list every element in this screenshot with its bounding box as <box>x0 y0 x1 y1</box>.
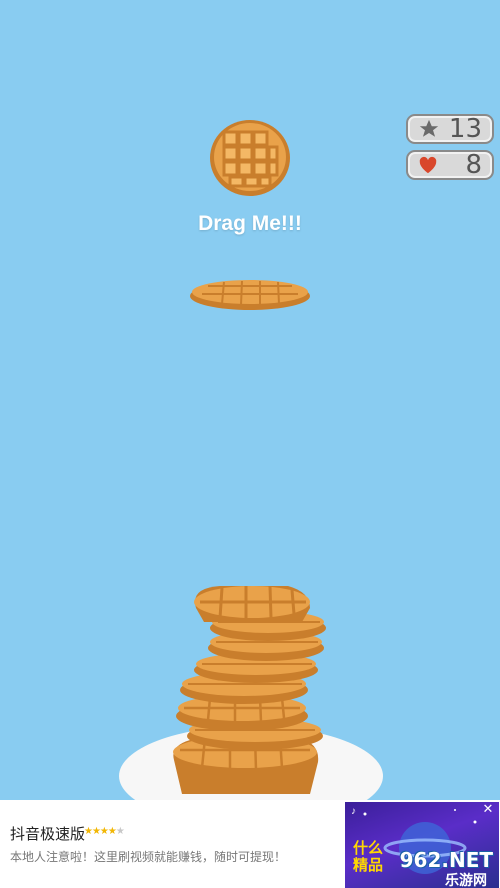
ad-description[interactable]: 本地人注意啦！这里刷视频就能赚钱，随时可提现！ <box>10 848 286 865</box>
tiktok-icon: ♪ <box>351 806 356 817</box>
waffle-stack <box>160 578 340 805</box>
ad-brand-sub: 乐游网 <box>445 872 487 888</box>
stars-value: 13 <box>448 114 482 144</box>
ad-image[interactable]: ♪ ✕ 什么 精品 962.NET 乐游网 <box>345 802 499 888</box>
ad-banner[interactable]: 抖音极速版 ★★★★★ 本地人注意啦！这里刷视频就能赚钱，随时可提现！ ♪ ✕ … <box>0 800 500 888</box>
lives-value: 8 <box>465 150 482 180</box>
game-stage[interactable]: 13 8 Drag Me!!! <box>0 0 500 826</box>
stars-counter: 13 <box>406 114 494 144</box>
close-icon[interactable]: ✕ <box>481 802 495 816</box>
ad-rating: ★★★★★ <box>84 826 125 837</box>
star-icon <box>418 118 440 140</box>
next-waffle-icon <box>208 118 292 203</box>
draggable-waffle[interactable] <box>188 276 312 317</box>
ad-side-text: 什么 精品 <box>353 840 384 874</box>
rating-stars-filled: ★★★★ <box>84 826 117 837</box>
drag-instruction: Drag Me!!! <box>198 212 302 235</box>
lives-counter: 8 <box>406 150 494 180</box>
rating-stars-empty: ★ <box>115 826 125 837</box>
heart-icon <box>418 156 438 174</box>
stacked-waffle <box>194 585 310 622</box>
ad-title[interactable]: 抖音极速版 <box>10 823 85 844</box>
ad-brand-logo: 962.NET <box>399 848 493 872</box>
